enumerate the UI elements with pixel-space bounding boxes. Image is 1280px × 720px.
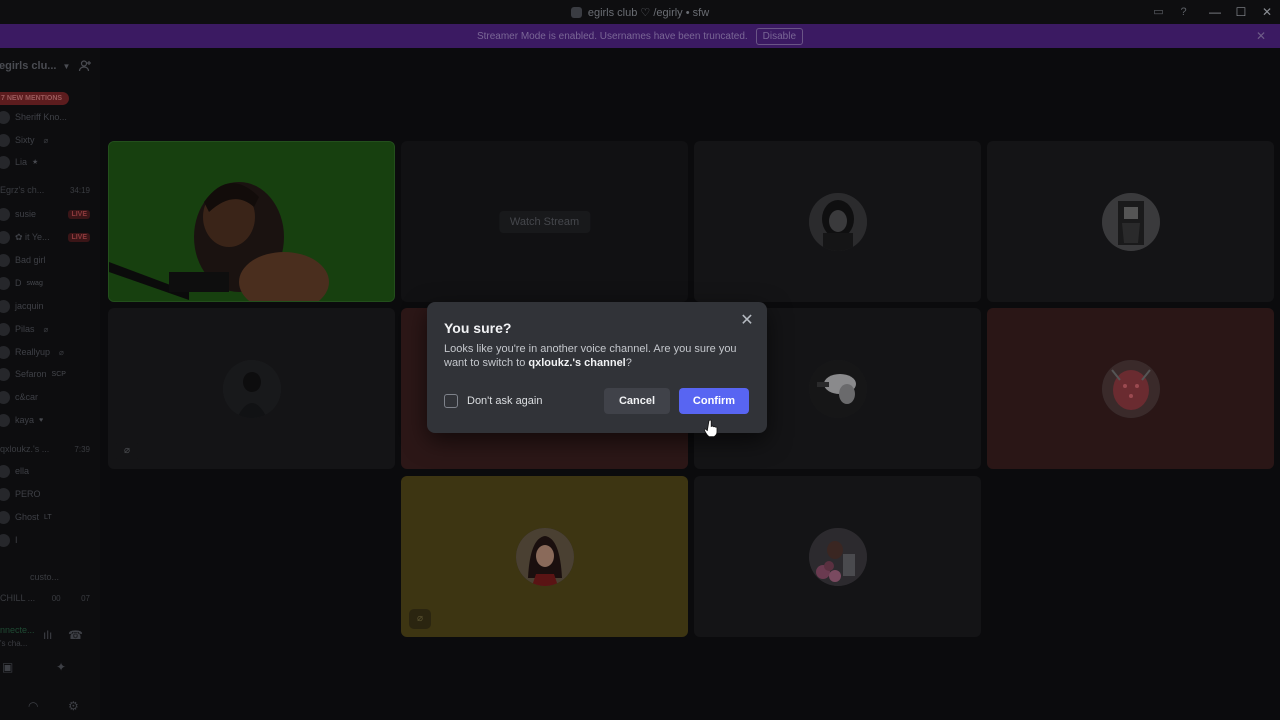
dont-ask-again-checkbox[interactable] bbox=[444, 394, 458, 408]
app-icon bbox=[570, 6, 582, 18]
avatar bbox=[1101, 192, 1160, 251]
live-badge: LIVE bbox=[68, 232, 90, 242]
avatar bbox=[0, 253, 10, 267]
member-item[interactable]: Ghost LT bbox=[0, 509, 100, 525]
mic-off-icon: ⌀ bbox=[43, 324, 49, 334]
window-title-text: egirls club ♡ /egirly • sfw bbox=[587, 6, 710, 19]
screen-share-icon[interactable]: ▣ bbox=[2, 660, 13, 674]
video-tile-camera[interactable] bbox=[108, 141, 395, 302]
member-item[interactable]: jacquin bbox=[0, 298, 100, 314]
activities-icon[interactable]: ✦ bbox=[56, 660, 66, 674]
minimize-button[interactable]: — bbox=[1202, 0, 1228, 24]
hand-cursor-icon bbox=[704, 419, 718, 437]
add-member-icon[interactable] bbox=[78, 59, 92, 73]
confirm-button[interactable]: Confirm bbox=[679, 388, 749, 414]
video-tile-participant[interactable] bbox=[987, 141, 1274, 302]
mic-muted-icon: ⌀ bbox=[409, 609, 431, 629]
dont-ask-again-label[interactable]: Don't ask again bbox=[467, 395, 542, 407]
cancel-button[interactable]: Cancel bbox=[604, 388, 670, 414]
video-tile-participant[interactable] bbox=[694, 476, 981, 637]
member-item[interactable]: Sefaron SCP bbox=[0, 366, 100, 382]
disable-streamer-mode-button[interactable]: Disable bbox=[755, 27, 804, 45]
mic-muted-icon: ⌀ bbox=[116, 441, 138, 461]
switch-channel-dialog: You sure? ✕ Looks like you're in another… bbox=[427, 302, 767, 433]
video-tile-stream[interactable]: Watch Stream bbox=[401, 141, 688, 302]
avatar bbox=[0, 464, 10, 478]
inbox-icon[interactable]: ▭ bbox=[1152, 6, 1165, 19]
avatar bbox=[0, 367, 10, 381]
member-item[interactable]: kaya ♥ bbox=[0, 412, 100, 428]
avatar bbox=[0, 510, 10, 524]
member-item[interactable]: Dswag bbox=[0, 275, 100, 291]
avatar bbox=[0, 413, 10, 427]
title-bar-controls: ▭ ? — ☐ ✕ bbox=[1152, 0, 1280, 24]
member-item[interactable]: Reallyup ⌀ bbox=[0, 344, 100, 360]
channel-sidebar: egirls clu... ▼ 7 NEW MENTIONS Sheriff K… bbox=[0, 48, 100, 720]
member-item[interactable]: PERO bbox=[0, 486, 100, 502]
voice-channel-category[interactable]: Egrz's ch... 34:19 bbox=[0, 183, 100, 197]
help-icon[interactable]: ? bbox=[1177, 6, 1190, 19]
avatar bbox=[0, 133, 10, 147]
watch-stream-button[interactable]: Watch Stream bbox=[498, 210, 591, 233]
maximize-button[interactable]: ☐ bbox=[1228, 0, 1254, 24]
channel-item[interactable]: Sixty ⌀ bbox=[0, 132, 100, 148]
avatar bbox=[808, 359, 867, 418]
member-item[interactable]: c&car bbox=[0, 389, 100, 405]
chevron-down-icon: ▼ bbox=[62, 61, 71, 71]
close-dialog-icon[interactable]: ✕ bbox=[738, 312, 756, 330]
video-tile-participant[interactable]: ⌀ bbox=[401, 476, 688, 637]
member-item[interactable]: ✿ it Ye... LIVE bbox=[0, 229, 100, 245]
mic-off-icon: ⌀ bbox=[59, 347, 64, 357]
member-item[interactable]: Pilas ⌀ bbox=[0, 321, 100, 337]
member-item[interactable]: Bad girl bbox=[0, 252, 100, 268]
new-mentions-badge[interactable]: 7 NEW MENTIONS bbox=[0, 92, 70, 105]
live-badge: LIVE bbox=[68, 209, 90, 219]
channel-item[interactable]: Sheriff Kno... bbox=[0, 109, 100, 125]
custom-category[interactable]: custo... bbox=[0, 570, 100, 584]
channel-name: qxloukz.'s channel bbox=[528, 357, 626, 369]
disconnect-icon[interactable]: ☎ bbox=[68, 628, 83, 642]
avatar bbox=[0, 390, 10, 404]
settings-gear-icon[interactable]: ⚙ bbox=[68, 699, 79, 713]
member-item[interactable]: ella bbox=[0, 463, 100, 479]
server-name: egirls clu... bbox=[0, 60, 57, 72]
streamer-mode-message: Streamer Mode is enabled. Usernames have… bbox=[476, 30, 748, 42]
video-tile-participant[interactable] bbox=[694, 141, 981, 302]
video-tile-participant[interactable]: ⌀ bbox=[108, 308, 395, 469]
avatar bbox=[0, 299, 10, 313]
mic-off-icon: ⌀ bbox=[43, 135, 49, 145]
avatar bbox=[0, 322, 10, 336]
avatar bbox=[0, 345, 10, 359]
channel-item[interactable]: Lia ★ bbox=[0, 154, 100, 170]
dialog-message: Looks like you're in another voice chann… bbox=[444, 343, 737, 369]
close-window-button[interactable]: ✕ bbox=[1254, 0, 1280, 24]
avatar bbox=[808, 192, 867, 251]
avatar bbox=[0, 110, 10, 124]
streamer-mode-banner: Streamer Mode is enabled. Usernames have… bbox=[0, 24, 1280, 48]
avatar bbox=[1101, 359, 1160, 418]
title-bar: egirls club ♡ /egirly • sfw ▭ ? — ☐ ✕ bbox=[0, 0, 1280, 24]
headphones-icon[interactable]: ◠ bbox=[28, 699, 38, 713]
avatar bbox=[0, 207, 10, 221]
avatar bbox=[808, 527, 867, 586]
video-tile-participant[interactable] bbox=[987, 308, 1274, 469]
close-icon[interactable]: ✕ bbox=[1256, 29, 1266, 43]
heart-icon: ♥ bbox=[39, 416, 44, 424]
avatar bbox=[0, 533, 10, 547]
avatar bbox=[0, 230, 10, 244]
dialog-title: You sure? bbox=[444, 320, 512, 336]
avatar bbox=[0, 487, 10, 501]
member-item[interactable]: susie LIVE bbox=[0, 206, 100, 222]
noise-suppression-icon[interactable]: ılı bbox=[43, 628, 52, 642]
server-header[interactable]: egirls clu... ▼ bbox=[0, 48, 100, 84]
avatar bbox=[515, 527, 574, 586]
avatar bbox=[222, 359, 281, 418]
member-item[interactable]: I bbox=[0, 532, 100, 548]
window-title: egirls club ♡ /egirly • sfw bbox=[570, 6, 710, 19]
avatar bbox=[0, 276, 10, 290]
avatar bbox=[0, 155, 10, 169]
camera-feed-image bbox=[109, 142, 394, 301]
chill-channel[interactable]: CHILL ... 00 07 bbox=[0, 591, 100, 605]
voice-channel-category[interactable]: qxloukz.'s ... 7:39 bbox=[0, 442, 100, 456]
